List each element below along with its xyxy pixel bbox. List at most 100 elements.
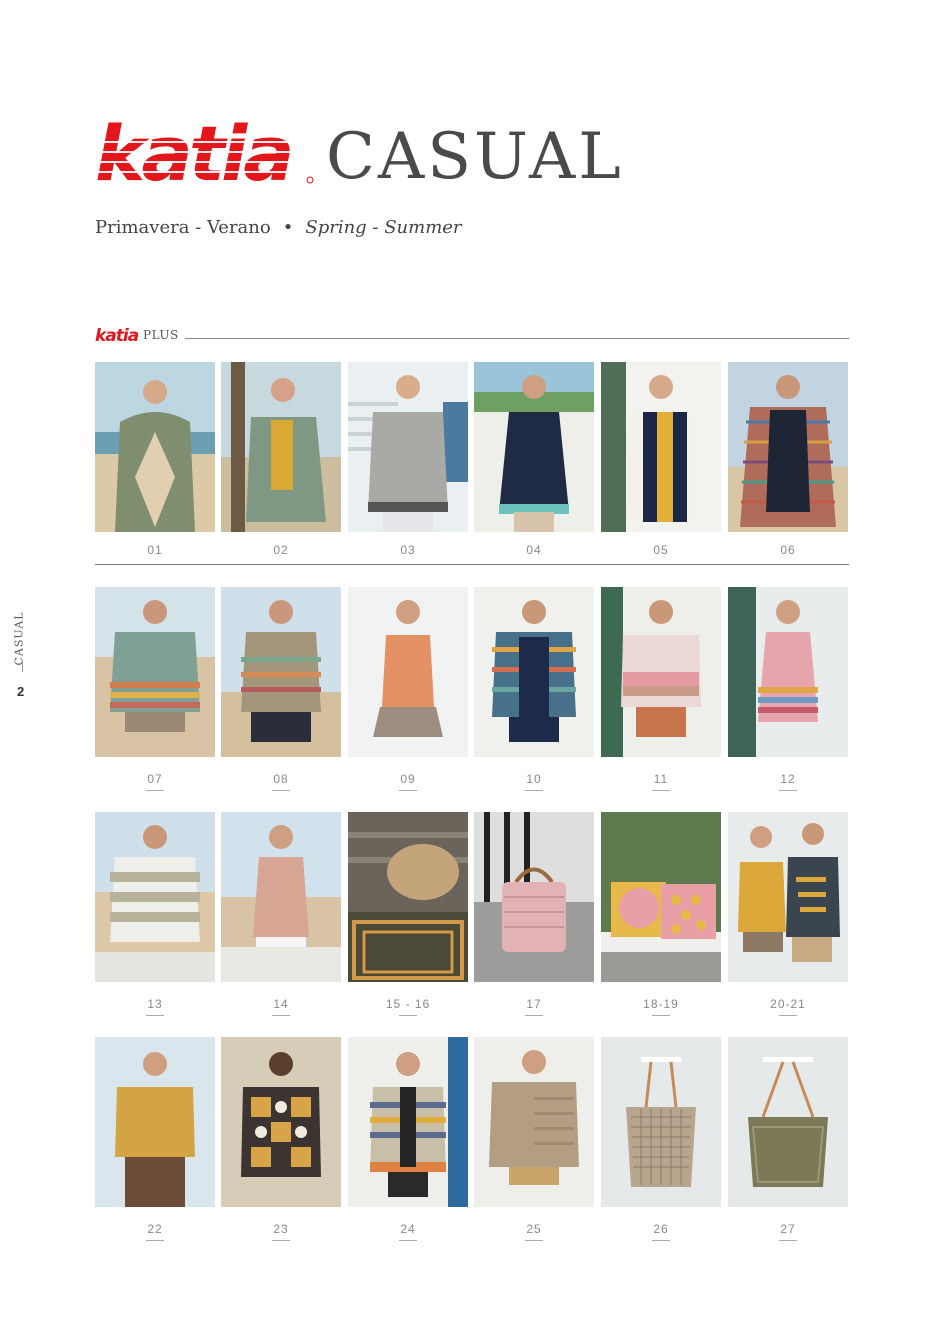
pattern-number: 09 — [348, 772, 468, 791]
model-photo — [728, 587, 848, 757]
pattern-number: 22 — [95, 1222, 215, 1241]
pattern-number-text: 15 - 16 — [385, 997, 431, 1011]
pattern-number: 17 — [474, 997, 594, 1016]
pattern-thumb-11[interactable] — [601, 587, 721, 757]
number-underline — [652, 1240, 670, 1241]
model-photo — [348, 587, 468, 757]
pattern-thumb-13[interactable] — [95, 812, 215, 982]
number-underline — [272, 1015, 290, 1016]
pattern-thumb-25[interactable] — [474, 1037, 594, 1207]
number-underline — [272, 1240, 290, 1241]
pattern-number-text: 10 — [526, 772, 542, 786]
pattern-thumb-14[interactable] — [221, 812, 341, 982]
section-header-plus: katia PLUS — [95, 325, 849, 345]
number-underline — [652, 1015, 670, 1016]
pattern-thumb-24[interactable] — [348, 1037, 468, 1207]
section-divider — [185, 338, 849, 339]
number-underline — [779, 790, 797, 791]
subtitle-separator: • — [282, 217, 294, 238]
pattern-number-text: 14 — [273, 997, 289, 1011]
pattern-number: 27 — [728, 1222, 848, 1241]
pattern-number: 08 — [221, 772, 341, 791]
catalog-title: CASUAL — [326, 120, 624, 194]
number-underline — [779, 1240, 797, 1241]
pattern-number-text: 26 — [653, 1222, 669, 1236]
pattern-number-text: 27 — [780, 1222, 796, 1236]
pattern-number: 05 — [653, 543, 669, 557]
pattern-number: 10 — [474, 772, 594, 791]
pattern-thumb-06[interactable] — [728, 362, 848, 532]
number-underline — [525, 790, 543, 791]
section-label: PLUS — [143, 328, 179, 342]
pattern-thumb-26[interactable] — [601, 1037, 721, 1207]
model-photo — [95, 587, 215, 757]
katia-small-logo: katia — [95, 326, 140, 345]
pattern-number-text: 11 — [653, 772, 669, 786]
subtitle-spanish: Primavera - Verano — [95, 217, 271, 238]
pattern-number-text: 18-19 — [643, 997, 679, 1011]
pattern-thumb-12[interactable] — [728, 587, 848, 757]
pattern-number-text: 24 — [400, 1222, 416, 1236]
pattern-thumb-09[interactable] — [348, 587, 468, 757]
pattern-number-text: 17 — [526, 997, 542, 1011]
number-underline — [652, 790, 670, 791]
pattern-number-text: 07 — [147, 772, 163, 786]
number-underline — [525, 1240, 543, 1241]
side-tab: CASUAL — [12, 610, 34, 670]
model-photo — [348, 1037, 468, 1207]
katia-logo: katia — [95, 112, 314, 190]
pattern-thumb-01[interactable] — [95, 362, 215, 532]
pattern-number-text: 08 — [273, 772, 289, 786]
pattern-thumb-20-21[interactable] — [728, 812, 848, 982]
product-photo — [474, 812, 594, 982]
model-photo — [95, 1037, 215, 1207]
pattern-number: 15 - 16 — [348, 997, 468, 1016]
pattern-number: 20-21 — [728, 997, 848, 1016]
product-photo — [728, 1037, 848, 1207]
pattern-number: 14 — [221, 997, 341, 1016]
side-tab-label: CASUAL — [12, 611, 26, 666]
pattern-thumb-23[interactable] — [221, 1037, 341, 1207]
model-photo — [728, 362, 848, 532]
pattern-number: 24 — [348, 1222, 468, 1241]
pattern-thumb-18-19[interactable] — [601, 812, 721, 982]
pattern-number-text: 25 — [526, 1222, 542, 1236]
model-photo — [474, 1037, 594, 1207]
model-photo — [221, 587, 341, 757]
number-underline — [525, 1015, 543, 1016]
pattern-number-text: 12 — [780, 772, 796, 786]
pattern-number-text: 23 — [273, 1222, 289, 1236]
pattern-thumb-27[interactable] — [728, 1037, 848, 1207]
pattern-number-text: 22 — [147, 1222, 163, 1236]
number-underline — [146, 1240, 164, 1241]
page-number: 2 — [17, 684, 25, 699]
pattern-thumb-04[interactable] — [474, 362, 594, 532]
product-photo — [601, 812, 721, 982]
model-photo — [474, 362, 594, 532]
pattern-thumb-10[interactable] — [474, 587, 594, 757]
pattern-number-text: 20-21 — [770, 997, 806, 1011]
number-underline — [399, 1015, 417, 1016]
pattern-thumb-07[interactable] — [95, 587, 215, 757]
model-photo — [601, 362, 721, 532]
pattern-thumb-08[interactable] — [221, 587, 341, 757]
pattern-thumb-05[interactable] — [601, 362, 721, 532]
model-photo — [221, 1037, 341, 1207]
pattern-number: 13 — [95, 997, 215, 1016]
pattern-number: 18-19 — [601, 997, 721, 1016]
pattern-thumb-15-16[interactable] — [348, 812, 468, 982]
model-photo — [728, 812, 848, 982]
pattern-thumb-17[interactable] — [474, 812, 594, 982]
pattern-thumb-03[interactable] — [348, 362, 468, 532]
model-photo — [348, 362, 468, 532]
row-divider — [95, 564, 849, 565]
pattern-number: 04 — [526, 543, 542, 557]
pattern-number: 25 — [474, 1222, 594, 1241]
pattern-thumb-02[interactable] — [221, 362, 341, 532]
number-underline — [146, 790, 164, 791]
model-photo — [95, 812, 215, 982]
number-underline — [272, 790, 290, 791]
pattern-thumb-22[interactable] — [95, 1037, 215, 1207]
pattern-number: 06 — [780, 543, 796, 557]
number-underline — [779, 1015, 797, 1016]
